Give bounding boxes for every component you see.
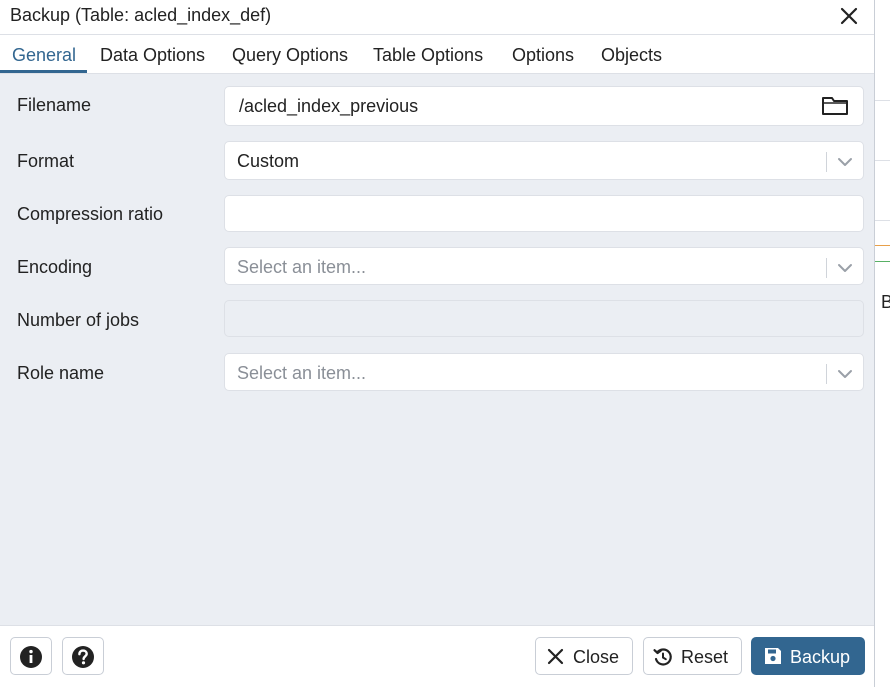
encoding-label: Encoding [17, 257, 93, 277]
info-button[interactable] [10, 637, 52, 675]
format-select[interactable]: Custom [224, 141, 864, 180]
save-icon [765, 648, 781, 664]
reset-button[interactable]: Reset [643, 637, 742, 675]
dialog-title: Backup (Table: acled_index_def) [10, 5, 272, 25]
format-value: Custom [237, 151, 300, 171]
dialog-titlebar[interactable]: Backup (Table: acled_index_def) [0, 0, 874, 35]
role-placeholder: Select an item... [237, 363, 367, 383]
close-button[interactable]: Close [535, 637, 633, 675]
select-separator [826, 152, 827, 172]
backup-button[interactable]: Backup [751, 637, 865, 675]
chevron-down-icon[interactable] [836, 365, 854, 383]
filename-input[interactable]: /acled_index_previous [224, 86, 864, 126]
background-divider [875, 220, 890, 221]
tab-options[interactable]: Options [512, 45, 574, 66]
chevron-down-icon[interactable] [836, 153, 854, 171]
compression-input[interactable] [224, 195, 864, 232]
backup-dialog: Backup (Table: acled_index_def) General … [0, 0, 875, 687]
dialog-footer: Close Reset Backup [0, 625, 874, 687]
tab-bar: General Data Options Query Options Table… [0, 35, 874, 74]
close-icon[interactable] [838, 5, 860, 27]
background-divider [875, 100, 890, 101]
reset-button-label: Reset [681, 647, 729, 667]
filename-label: Filename [17, 95, 92, 115]
close-button-label: Close [573, 647, 620, 667]
tab-general[interactable]: General [12, 45, 76, 66]
encoding-placeholder: Select an item... [237, 257, 367, 277]
jobs-input[interactable] [224, 300, 864, 337]
compression-label: Compression ratio [17, 204, 164, 224]
select-separator [826, 364, 827, 384]
background-partial-text: B [881, 292, 890, 312]
tab-table-options[interactable]: Table Options [373, 45, 483, 66]
tab-data-options[interactable]: Data Options [100, 45, 205, 66]
reset-icon [653, 648, 672, 666]
chevron-down-icon[interactable] [836, 259, 854, 277]
background-app [875, 0, 890, 688]
background-divider [875, 160, 890, 161]
background-orange-line [875, 245, 890, 246]
filename-value: /acled_index_previous [239, 96, 419, 116]
encoding-select[interactable]: Select an item... [224, 247, 864, 285]
select-separator [826, 258, 827, 278]
jobs-label: Number of jobs [17, 310, 140, 330]
folder-icon[interactable] [821, 95, 849, 117]
help-icon [72, 646, 94, 668]
info-icon [20, 646, 42, 668]
active-tab-indicator [0, 70, 87, 73]
format-label: Format [17, 151, 75, 171]
role-select[interactable]: Select an item... [224, 353, 864, 391]
backup-button-label: Backup [790, 647, 851, 667]
background-green-line [875, 261, 890, 262]
tab-objects[interactable]: Objects [601, 45, 662, 66]
close-icon [547, 648, 564, 665]
help-button[interactable] [62, 637, 104, 675]
tab-query-options[interactable]: Query Options [232, 45, 348, 66]
role-label: Role name [17, 363, 105, 383]
